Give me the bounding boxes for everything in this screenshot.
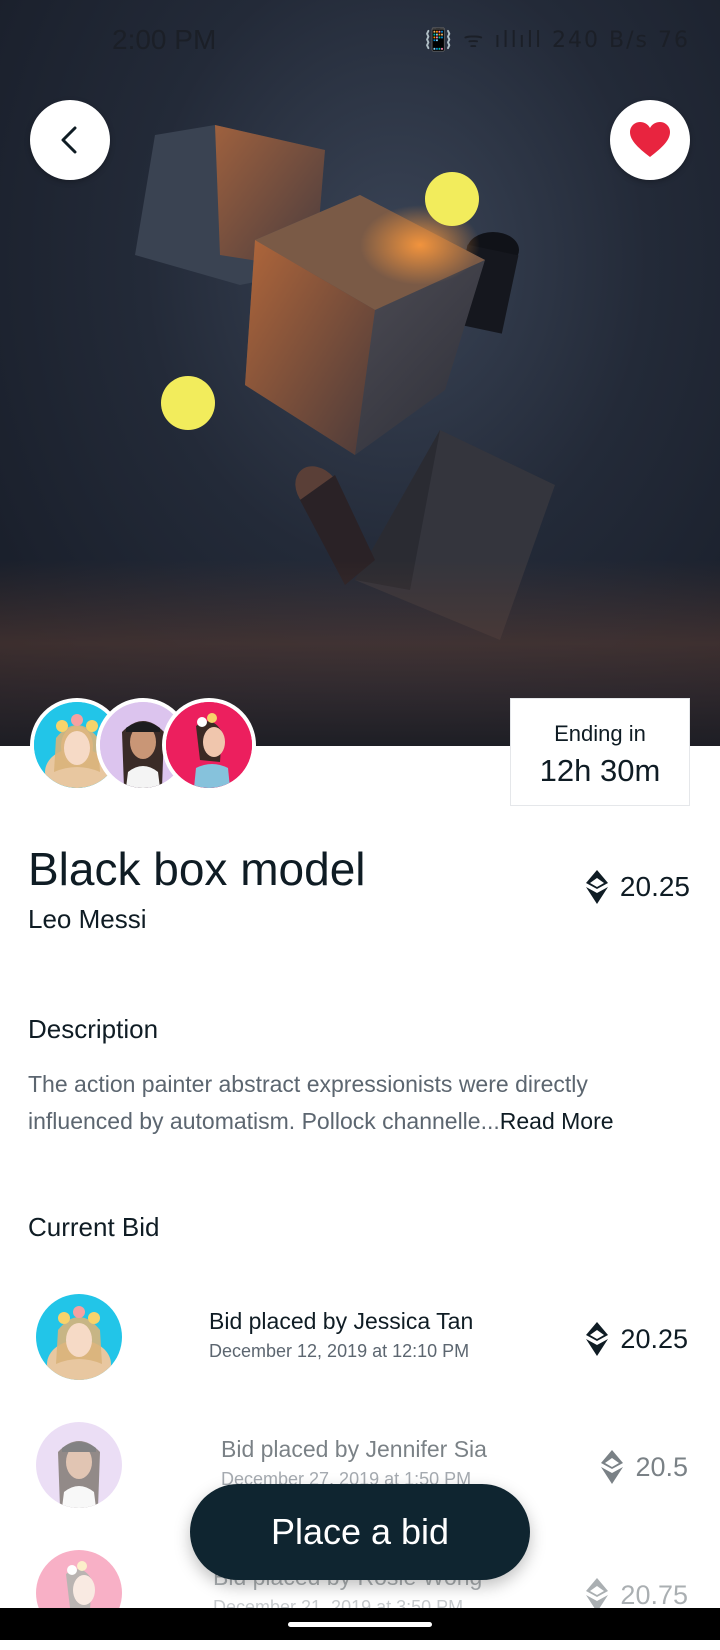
- ending-label: Ending in: [554, 721, 646, 746]
- favorite-button[interactable]: [610, 100, 690, 180]
- current-bid-heading: Current Bid: [28, 1212, 160, 1242]
- person-avatar-icon: [166, 702, 252, 788]
- back-button[interactable]: [30, 100, 110, 180]
- chevron-left-icon: [61, 126, 77, 154]
- read-more-link[interactable]: Read More: [500, 1108, 614, 1134]
- ending-countdown: 12h 30m: [539, 753, 661, 788]
- system-navigation-bar: [0, 1608, 720, 1640]
- status-icons: 📳 ᯤ ıllıll 240 B/s 76: [424, 28, 690, 53]
- bid-price: 20.25: [586, 1322, 688, 1356]
- bid-date: December 12, 2019 at 12:10 PM: [209, 1341, 470, 1361]
- bid-price-value: 20.5: [635, 1451, 688, 1482]
- bid-price: 20.5: [601, 1450, 688, 1484]
- bid-list-item[interactable]: Bid placed by Jessica Tan December 12, 2…: [0, 1294, 720, 1394]
- bid-info: Bid placed by Jennifer Sia December 27, …: [221, 1436, 487, 1490]
- avatar: [36, 1294, 122, 1380]
- status-bar: 2:00 PM 📳 ᯤ ıllıll 240 B/s 76: [0, 0, 720, 80]
- home-gesture-handle[interactable]: [288, 1622, 432, 1627]
- person-avatar-icon: [36, 1294, 122, 1380]
- heart-icon: [630, 122, 670, 157]
- ethereum-icon: [586, 1578, 609, 1612]
- bid-price-value: 20.75: [620, 1579, 688, 1610]
- current-price: 20.25: [585, 870, 690, 904]
- artist-name[interactable]: Leo Messi: [28, 904, 147, 935]
- avatar: [36, 1422, 122, 1508]
- hero-image: [0, 0, 720, 746]
- auction-timer-card: Ending in 12h 30m: [510, 698, 690, 806]
- bid-info: Bid placed by Jessica Tan December 12, 2…: [209, 1308, 473, 1362]
- price-value: 20.25: [619, 871, 690, 902]
- person-avatar-icon: [36, 1422, 122, 1508]
- bid-price-value: 20.25: [620, 1323, 688, 1354]
- ethereum-icon: [601, 1450, 624, 1484]
- artwork-title: Black box model: [28, 843, 366, 895]
- place-bid-button[interactable]: Place a bid: [190, 1484, 530, 1580]
- status-time: 2:00 PM: [112, 24, 217, 55]
- ethereum-icon: [585, 870, 608, 904]
- ethereum-icon: [586, 1322, 609, 1356]
- bid-title: Bid placed by Jessica Tan: [209, 1308, 474, 1334]
- description-text: The action painter abstract expressionis…: [28, 1066, 688, 1140]
- bid-title: Bid placed by Jennifer Sia: [221, 1436, 487, 1462]
- bid-price: 20.75: [586, 1578, 688, 1612]
- description-heading: Description: [28, 1014, 159, 1044]
- avatar: [162, 698, 256, 792]
